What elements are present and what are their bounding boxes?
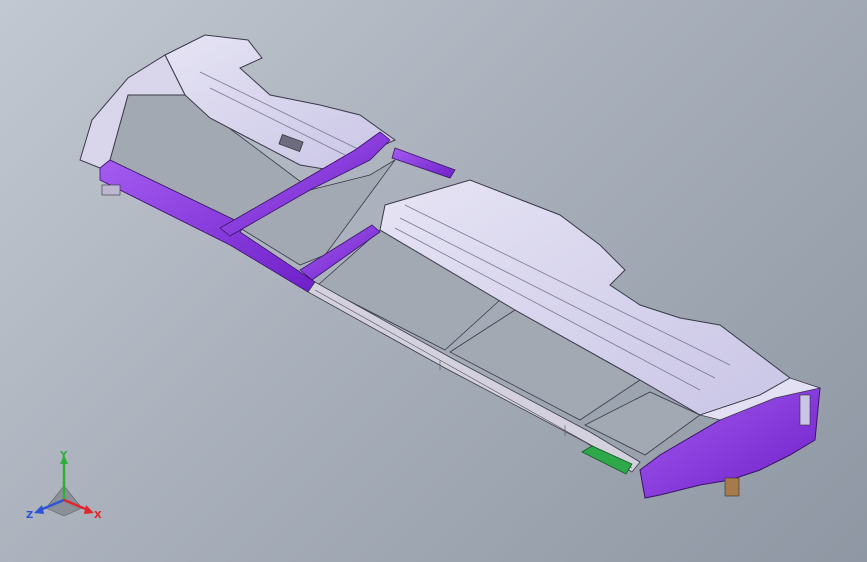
axis-triad: Y X Z [26,450,102,521]
cad-viewport[interactable] [0,0,867,562]
z-axis-arrow [34,505,44,514]
front-lamp [799,394,811,426]
rear-bracket [101,184,121,196]
z-axis-label: Z [26,510,33,521]
bus-roof-model[interactable] [79,34,822,499]
x-axis-arrow [84,505,94,514]
x-axis-label: X [94,510,102,521]
y-axis-label: Y [59,450,68,461]
top-rail-purple [391,147,456,179]
front-bracket [724,477,740,497]
